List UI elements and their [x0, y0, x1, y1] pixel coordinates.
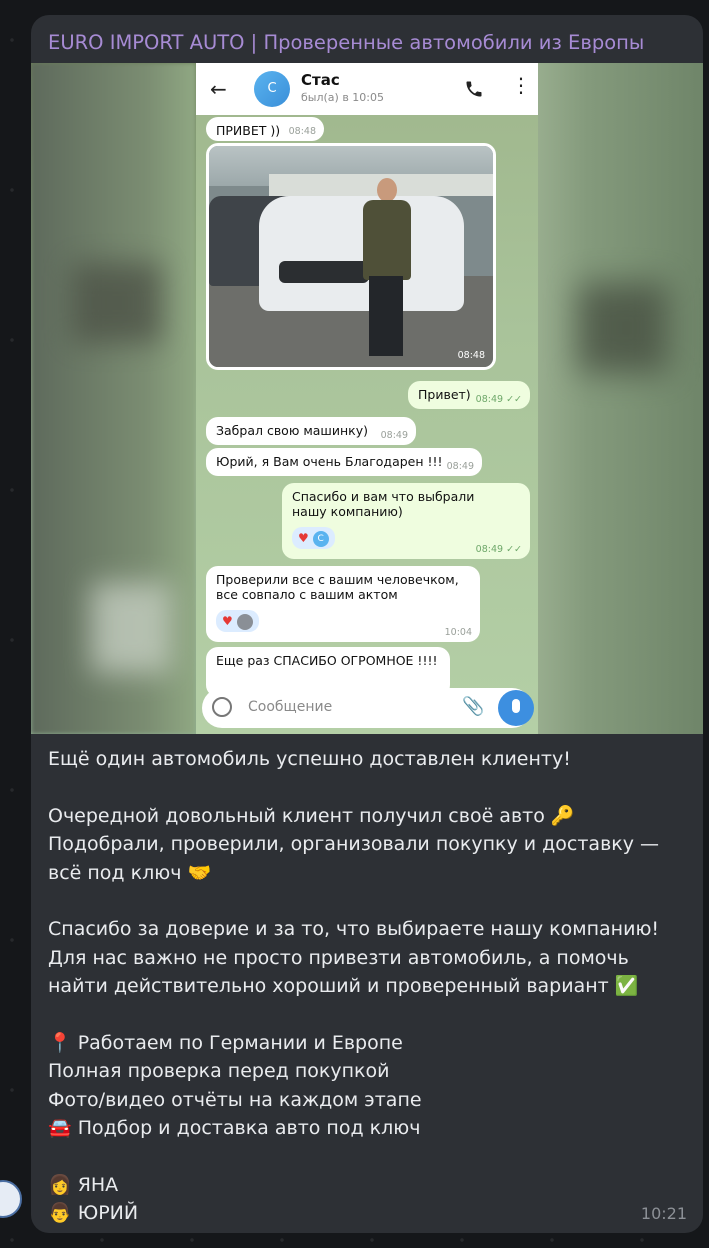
message-bubble: Юрий, я Вам очень Благодарен !!! 08:49	[206, 448, 482, 476]
message-text: Еще раз СПАСИБО ОГРОМНОЕ !!!!	[216, 653, 438, 668]
media-blur-right	[538, 63, 703, 734]
post-line: Подобрали, проверили, организовали покуп…	[48, 833, 660, 884]
chat-header: ← С Стас был(а) в 10:05 ⋮	[196, 63, 538, 115]
message-bubble: Проверили все с вашим человечком, все со…	[206, 566, 480, 642]
media-blur-shape	[71, 263, 161, 343]
post-line: 📍 Работаем по Германии и Европе	[48, 1031, 403, 1054]
post-line: Очередной довольный клиент получил своё …	[48, 804, 575, 827]
message-input-placeholder[interactable]: Сообщение	[248, 699, 332, 715]
media-blur-shape	[578, 283, 668, 373]
message-time: 08:49 ✓✓	[475, 544, 522, 555]
post-media-image[interactable]: ← С Стас был(а) в 10:05 ⋮ ПРИВЕТ )) 08:4…	[31, 63, 703, 734]
post-text: Ещё один автомобиль успешно доставлен кл…	[48, 745, 688, 1228]
phone-icon	[466, 81, 482, 97]
reaction-avatar: С	[312, 530, 329, 547]
message-time: 10:04	[444, 627, 472, 638]
heart-icon: ♥	[222, 614, 233, 628]
message-text: Юрий, я Вам очень Благодарен !!!	[216, 454, 443, 469]
post-line: Фото/видео отчёты на каждом этапе	[48, 1088, 422, 1111]
post-line: 👨 ЮРИЙ	[48, 1202, 139, 1224]
message-reactions[interactable]: ♥	[216, 610, 259, 632]
post-line: 🚘 Подбор и доставка авто под ключ	[48, 1117, 421, 1139]
message-bubble: Привет) 08:49 ✓✓	[408, 381, 530, 409]
message-time: 08:49	[380, 430, 408, 441]
emoji-icon[interactable]	[212, 697, 232, 717]
post-line: Ещё один автомобиль успешно доставлен кл…	[48, 748, 571, 770]
contact-avatar: С	[254, 71, 290, 107]
photo-person	[359, 178, 414, 358]
message-text: ПРИВЕТ ))	[216, 123, 281, 138]
microphone-icon[interactable]	[498, 690, 534, 726]
back-arrow-icon: ←	[210, 77, 227, 101]
contact-name: Стас	[301, 71, 340, 89]
heart-icon: ♥	[298, 531, 309, 545]
attach-icon[interactable]: 📎	[462, 696, 484, 717]
message-text: Спасибо и вам что выбрали нашу компанию)	[292, 489, 475, 519]
message-text: Привет)	[418, 387, 471, 402]
post-line: 👩 ЯНА	[48, 1173, 119, 1196]
message-photo: 08:48	[206, 143, 496, 370]
reaction-avatar	[236, 613, 253, 630]
message-time: 08:48	[457, 350, 485, 361]
channel-post: EURO IMPORT AUTO | Проверенные автомобил…	[31, 15, 703, 1233]
last-seen: был(а) в 10:05	[301, 91, 384, 104]
photo-car-grille	[279, 261, 369, 283]
channel-title[interactable]: EURO IMPORT AUTO | Проверенные автомобил…	[48, 31, 644, 54]
message-text: Проверили все с вашим человечком, все со…	[216, 572, 459, 602]
message-bubble: Спасибо и вам что выбрали нашу компанию)…	[282, 483, 530, 559]
post-line: Спасибо за доверие и за то, что выбирает…	[48, 918, 660, 940]
chat-screenshot: ← С Стас был(а) в 10:05 ⋮ ПРИВЕТ )) 08:4…	[196, 63, 538, 734]
message-time: 08:48	[288, 126, 316, 137]
message-bubble: ПРИВЕТ )) 08:48	[206, 117, 324, 141]
message-composer[interactable]: Сообщение 📎	[202, 688, 534, 728]
message-time: 08:49	[446, 461, 474, 472]
post-time: 10:21	[640, 1204, 687, 1223]
media-blur-shape	[91, 583, 171, 673]
message-bubble: Забрал свою машинку) 08:49	[206, 417, 416, 445]
message-reactions[interactable]: ♥ С	[292, 527, 335, 549]
post-line: Для нас важно не просто привезти автомоб…	[48, 946, 639, 998]
post-line: Полная проверка перед покупкой	[48, 1060, 390, 1082]
message-text: Забрал свою машинку)	[216, 423, 368, 438]
more-vertical-icon: ⋮	[511, 73, 531, 97]
message-time: 08:49 ✓✓	[475, 394, 522, 405]
